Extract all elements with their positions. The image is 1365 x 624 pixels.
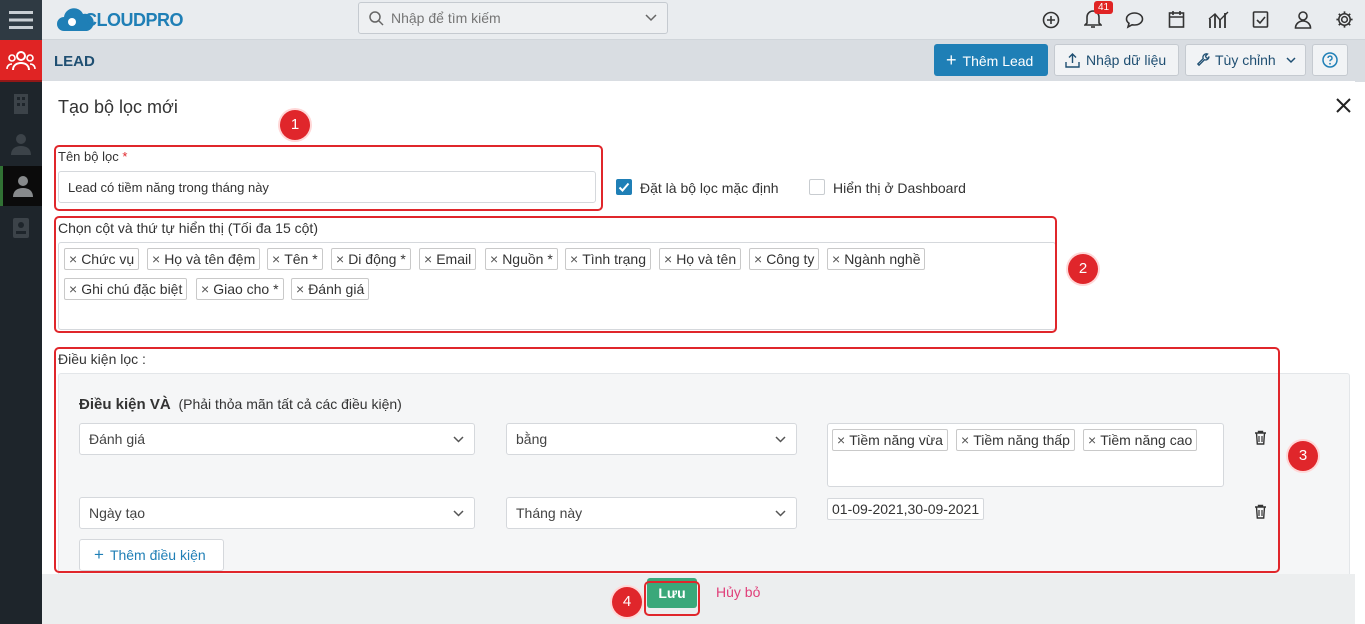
notification-badge: 41: [1094, 1, 1114, 14]
top-navigation-bar: CLOUDPRO 41: [42, 0, 1365, 40]
page-header-bar: LEAD + Thêm Lead Nhập dữ liệu Tùy chỉnh: [42, 40, 1365, 82]
settings-gear-icon[interactable]: [1335, 10, 1354, 29]
add-circle-icon[interactable]: [1042, 11, 1060, 29]
customize-dropdown[interactable]: Tùy chỉnh: [1185, 44, 1306, 76]
annotation-box-save: [644, 581, 700, 616]
logo[interactable]: CLOUDPRO: [56, 6, 184, 34]
dashboard-label: Hiển thị ở Dashboard: [833, 180, 966, 196]
reports-chart-icon[interactable]: [1208, 10, 1230, 29]
annotation-number: 1: [280, 110, 310, 140]
help-button[interactable]: [1312, 44, 1348, 76]
menu-icon[interactable]: [0, 0, 42, 40]
annotation-number: 2: [1068, 254, 1098, 284]
upload-icon: [1065, 53, 1080, 68]
notifications-button[interactable]: 41: [1083, 1, 1114, 32]
users-icon: [6, 51, 36, 71]
customize-label: Tùy chỉnh: [1215, 52, 1276, 68]
import-data-label: Nhập dữ liệu: [1086, 52, 1167, 68]
default-filter-checkbox[interactable]: [616, 179, 632, 195]
annotation-box-conditions: [54, 347, 1280, 573]
sidebar-item-leads-group[interactable]: [0, 40, 42, 82]
default-filter-label: Đặt là bộ lọc mặc định: [640, 180, 779, 196]
plus-icon: +: [946, 50, 957, 70]
wrench-icon: [1196, 53, 1210, 67]
annotation-number: 4: [612, 587, 642, 617]
modal-backdrop: [0, 80, 42, 624]
chevron-down-icon: [1286, 57, 1296, 64]
calendar-icon[interactable]: [1168, 10, 1185, 29]
chevron-down-icon: [645, 14, 657, 22]
annotation-box-filter-name: [54, 145, 603, 211]
modal-title: Tạo bộ lọc mới: [58, 97, 178, 117]
import-data-button[interactable]: Nhập dữ liệu: [1054, 44, 1179, 76]
task-check-icon[interactable]: [1252, 10, 1269, 28]
global-search[interactable]: [358, 2, 668, 34]
search-input[interactable]: [391, 7, 631, 29]
logo-text: CLOUDPRO: [84, 9, 184, 30]
add-lead-button[interactable]: + Thêm Lead: [934, 44, 1048, 76]
add-lead-label: Thêm Lead: [962, 53, 1034, 69]
close-icon[interactable]: [1336, 98, 1351, 113]
annotation-number: 3: [1288, 441, 1318, 471]
cancel-button[interactable]: Hủy bỏ: [716, 584, 760, 600]
check-icon: [618, 182, 630, 192]
user-profile-icon[interactable]: [1294, 10, 1312, 29]
chat-icon[interactable]: [1125, 11, 1144, 29]
annotation-box-columns: [54, 216, 1057, 333]
search-icon: [369, 11, 384, 26]
help-question-icon: [1322, 52, 1338, 68]
page-title: LEAD: [54, 53, 95, 70]
dashboard-checkbox[interactable]: [809, 179, 825, 195]
